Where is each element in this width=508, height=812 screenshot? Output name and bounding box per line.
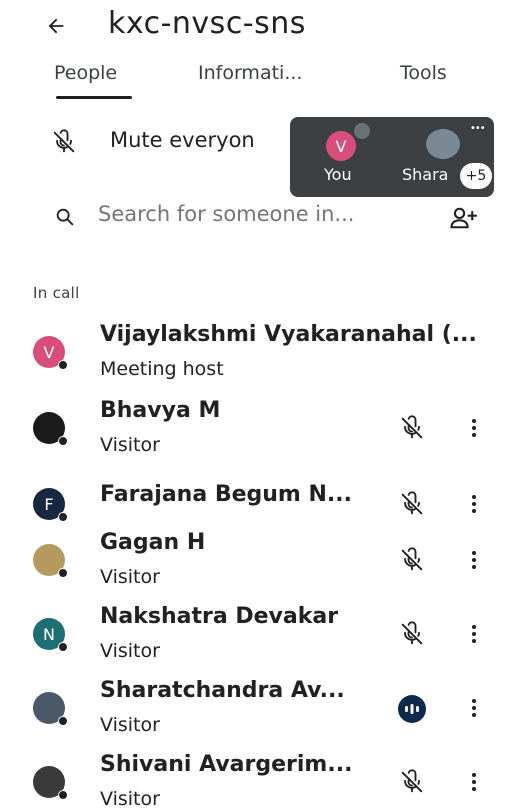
tab-people[interactable]: People xyxy=(54,62,117,84)
more-options-icon[interactable] xyxy=(462,414,486,442)
pip-self-muted-icon xyxy=(354,123,370,139)
participant-row[interactable]: Bhavya M Visitor xyxy=(0,398,508,470)
search-bar xyxy=(0,196,508,240)
participant-name: Shivani Avargerim... xyxy=(100,752,353,777)
participant-row[interactable]: Shivani Avargerim... Visitor xyxy=(0,752,508,812)
add-person-icon[interactable] xyxy=(448,204,478,232)
participant-row[interactable]: V Vijaylakshmi Vyakaranahal (... Meeting… xyxy=(0,322,508,394)
status-indicator xyxy=(58,716,68,726)
pip-preview[interactable]: V You ••• Shara +5 xyxy=(290,117,494,197)
participant-name: Nakshatra Devakar xyxy=(100,604,339,629)
search-input[interactable] xyxy=(98,202,418,226)
mute-everyone-label: Mute everyon xyxy=(110,128,255,152)
active-tab-indicator xyxy=(56,96,132,99)
tab-tools[interactable]: Tools xyxy=(400,62,447,84)
search-icon xyxy=(56,208,74,226)
mic-off-icon xyxy=(53,129,75,153)
pip-self-label: You xyxy=(324,165,352,184)
back-button[interactable] xyxy=(38,8,74,44)
participant-row[interactable]: Gagan H Visitor xyxy=(0,530,508,602)
participant-role: Visitor xyxy=(100,434,160,456)
status-indicator xyxy=(58,790,68,800)
participant-name: Vijaylakshmi Vyakaranahal (... xyxy=(100,322,477,347)
participant-name: Gagan H xyxy=(100,530,206,555)
mic-off-icon[interactable] xyxy=(398,414,426,442)
more-options-icon[interactable] xyxy=(462,546,486,574)
participant-name: Farajana Begum N... xyxy=(100,482,353,507)
audio-level-icon: ••• xyxy=(470,123,486,134)
pip-self-avatar: V xyxy=(326,131,356,161)
status-indicator xyxy=(58,512,68,522)
more-options-icon[interactable] xyxy=(462,694,486,722)
tab-information[interactable]: Informati... xyxy=(198,62,302,84)
pip-presenter-avatar xyxy=(426,129,460,159)
mic-off-icon[interactable] xyxy=(398,546,426,574)
more-participants-badge: +5 xyxy=(460,163,492,189)
participant-role: Visitor xyxy=(100,566,160,588)
participant-name: Sharatchandra Av... xyxy=(100,678,345,703)
more-options-icon[interactable] xyxy=(462,768,486,796)
mic-off-icon[interactable] xyxy=(398,768,426,796)
status-indicator xyxy=(58,642,68,652)
audio-level-icon xyxy=(405,704,419,714)
participant-row[interactable]: N Nakshatra Devakar Visitor xyxy=(0,604,508,676)
tab-bar: People Informati... Tools xyxy=(0,56,508,100)
status-indicator xyxy=(58,360,68,370)
header: kxc-nvsc-sns xyxy=(0,0,508,52)
more-options-icon[interactable] xyxy=(462,490,486,518)
participant-role: Visitor xyxy=(100,714,160,736)
speaking-indicator xyxy=(398,695,426,723)
mic-off-icon[interactable] xyxy=(398,490,426,518)
pip-presenter-label: Shara xyxy=(402,165,449,184)
in-call-section-label: In call xyxy=(33,284,80,302)
participant-role: Meeting host xyxy=(100,358,224,380)
participant-role: Visitor xyxy=(100,640,160,662)
status-indicator xyxy=(58,436,68,446)
arrow-left-icon xyxy=(48,18,64,34)
mic-off-icon[interactable] xyxy=(398,620,426,648)
more-options-icon[interactable] xyxy=(462,620,486,648)
participant-name: Bhavya M xyxy=(100,398,221,423)
participant-row[interactable]: Sharatchandra Av... Visitor xyxy=(0,678,508,750)
status-indicator xyxy=(58,568,68,578)
page-title: kxc-nvsc-sns xyxy=(108,6,306,41)
participant-role: Visitor xyxy=(100,788,160,810)
